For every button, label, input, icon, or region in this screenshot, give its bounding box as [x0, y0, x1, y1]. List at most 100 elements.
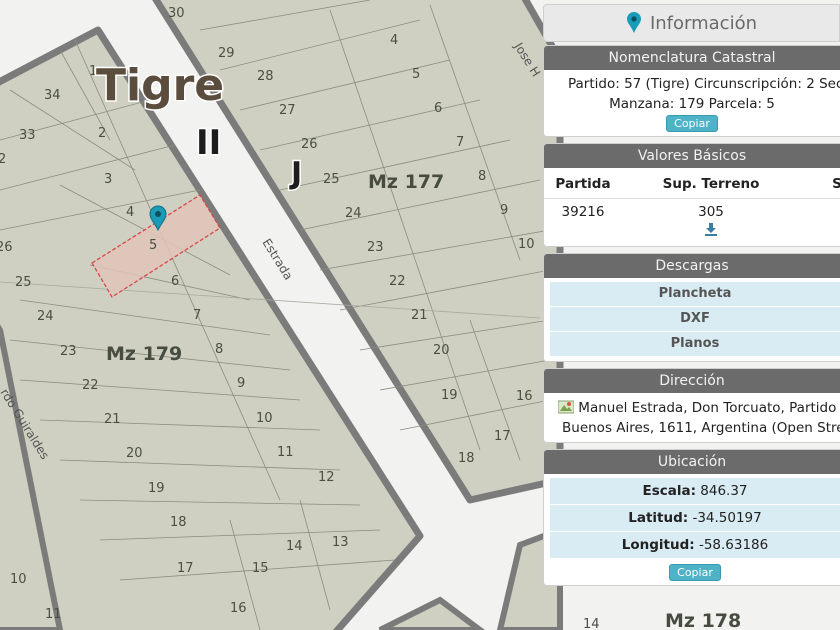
circunscripcion-label: II [196, 123, 221, 163]
lot-label: 11 [45, 607, 62, 622]
block-label-177: Mz 177 [368, 171, 444, 193]
direccion-card: Dirección Manuel Estrada, Don Torcuato, … [543, 368, 840, 443]
header-partida: Partida [544, 170, 622, 199]
lot-label: 4 [126, 205, 134, 220]
ubicacion-escala: Escala: 846.37 [550, 478, 840, 505]
lot-label: 16 [516, 389, 533, 404]
lot-label: 4 [390, 33, 398, 48]
valores-table: Partida Sup. Terreno S 39216 305 [544, 170, 840, 242]
lot-label: 2 [98, 126, 106, 141]
map-marker-icon [557, 400, 575, 414]
lot-label: 22 [82, 378, 99, 393]
latitud-label: Latitud: [628, 510, 689, 526]
lot-label: 28 [257, 69, 274, 84]
lot-label: 33 [19, 128, 36, 143]
latitud-value: -34.50197 [692, 510, 762, 526]
header-sup-cubierta: S [800, 170, 840, 199]
header-sup-terreno: Sup. Terreno [622, 170, 800, 199]
lot-label: 25 [323, 172, 340, 187]
lot-label: 18 [170, 515, 187, 530]
lot-label: 8 [215, 342, 223, 357]
value-partida: 39216 [561, 204, 605, 220]
download-plancheta-link[interactable]: Plancheta [550, 282, 840, 307]
lot-label: 10 [518, 237, 535, 252]
lot-label: 24 [37, 309, 54, 324]
panel-title: Información [649, 12, 758, 34]
lot-label: 9 [500, 203, 508, 218]
block-label-178: Mz 178 [665, 610, 741, 630]
lot-label: 22 [389, 274, 406, 289]
lot-label: 14 [286, 539, 303, 554]
lot-label: 30 [168, 6, 185, 21]
download-icon[interactable] [704, 222, 718, 236]
lot-label: 10 [10, 572, 27, 587]
lot-label: 5 [149, 238, 157, 253]
ubicacion-longitud: Longitud: -58.63186 [550, 532, 840, 559]
locality-label: Tigre [96, 60, 224, 111]
lot-label: 23 [60, 344, 77, 359]
value-sup-cubierta [800, 199, 840, 223]
lot-label: 14 [583, 617, 600, 630]
lot-label: 10 [256, 411, 273, 426]
lot-label: 24 [345, 206, 362, 221]
direccion-line1: Manuel Estrada, Don Torcuato, Partido de [578, 400, 840, 416]
lot-label: 23 [367, 240, 384, 255]
lot-label: 19 [441, 388, 458, 403]
lot-label: 25 [15, 275, 32, 290]
nomenclatura-line1: Partido: 57 (Tigre) Circunscripción: 2 S… [568, 76, 840, 92]
lot-label: 6 [434, 101, 442, 116]
lot-label: 26 [0, 240, 13, 255]
nomenclatura-title: Nomenclatura Catastral [544, 46, 840, 70]
nomenclatura-line2: Manzana: 179 Parcela: 5 [609, 96, 775, 112]
nomenclatura-card: Nomenclatura Catastral Partido: 57 (Tigr… [543, 45, 840, 137]
lot-label: 20 [433, 343, 450, 358]
ubicacion-card: Ubicación Escala: 846.37 Latitud: -34.50… [543, 449, 840, 586]
lot-label: 11 [277, 445, 294, 460]
map-pin-icon [626, 12, 641, 33]
lot-label: 16 [230, 601, 247, 616]
direccion-line2: Buenos Aires, 1611, Argentina (Open Stre… [562, 420, 840, 436]
download-planos-link[interactable]: Planos [550, 332, 840, 357]
lot-label: 8 [478, 169, 486, 184]
valores-card: Valores Básicos Partida Sup. Terreno S 3… [543, 143, 840, 247]
lot-label: 34 [44, 88, 61, 103]
ubicacion-title: Ubicación [544, 450, 840, 474]
lot-label: 27 [279, 103, 296, 118]
longitud-value: -58.63186 [698, 537, 769, 553]
panel-header: Información [543, 4, 840, 42]
lot-label: 17 [494, 429, 511, 444]
copy-ubicacion-button[interactable]: Copiar [669, 564, 721, 581]
escala-value: 846.37 [700, 483, 748, 499]
escala-label: Escala: [642, 483, 696, 499]
lot-label: 6 [171, 274, 179, 289]
lot-label: 18 [458, 451, 475, 466]
lot-label: 21 [104, 412, 121, 427]
lot-label: 2 [0, 152, 6, 167]
lot-label: 7 [456, 135, 464, 150]
lot-label: 20 [126, 446, 143, 461]
direccion-title: Dirección [544, 369, 840, 393]
descargas-card: Descargas Plancheta DXF Planos [543, 253, 840, 362]
lot-label: 29 [218, 46, 235, 61]
descargas-title: Descargas [544, 254, 840, 278]
lot-label: 7 [193, 308, 201, 323]
lot-label: 26 [301, 137, 318, 152]
lot-label: 13 [332, 535, 349, 550]
block-label-179: Mz 179 [106, 343, 182, 365]
lot-label: 5 [412, 67, 420, 82]
seccion-label: J [289, 156, 302, 191]
longitud-label: Longitud: [621, 537, 695, 553]
info-panel: Información Nomenclatura Catastral Parti… [540, 0, 840, 612]
lot-label: 12 [318, 470, 335, 485]
ubicacion-latitud: Latitud: -34.50197 [550, 505, 840, 532]
lot-label: 3 [104, 172, 112, 187]
download-dxf-link[interactable]: DXF [550, 307, 840, 332]
lot-label: 21 [411, 308, 428, 323]
value-sup-terreno: 305 [698, 204, 724, 220]
lot-label: 9 [237, 376, 245, 391]
lot-label: 15 [252, 561, 269, 576]
lot-label: 17 [177, 561, 194, 576]
copy-nomenclatura-button[interactable]: Copiar [666, 115, 718, 132]
lot-label: 19 [148, 481, 165, 496]
valores-title: Valores Básicos [544, 144, 840, 168]
